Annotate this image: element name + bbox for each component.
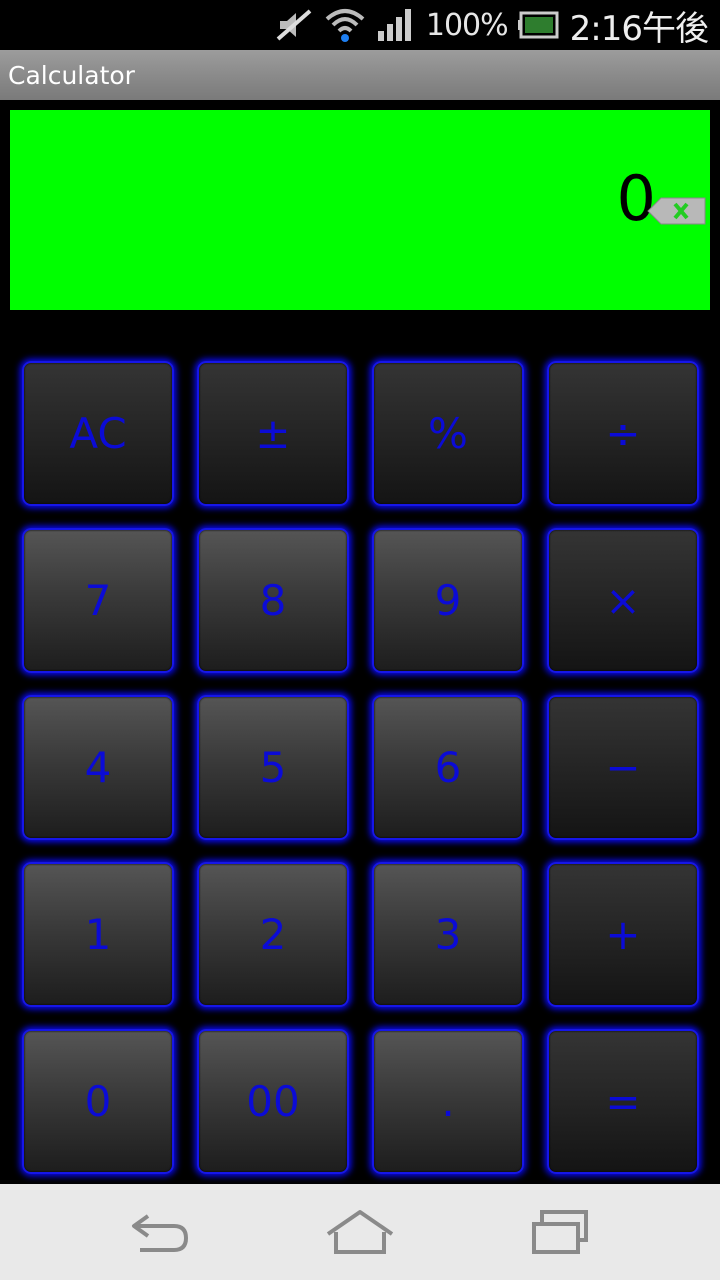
key-divide[interactable]: ÷	[547, 361, 699, 506]
key-multiply[interactable]: ×	[547, 528, 699, 673]
key-plus-minus[interactable]: ±	[197, 361, 349, 506]
key-ac[interactable]: AC	[22, 361, 174, 506]
key-6[interactable]: 6	[372, 695, 524, 840]
key-9[interactable]: 9	[372, 528, 524, 673]
app-title: Calculator	[8, 60, 135, 90]
status-bar: 100% 2:16午後	[0, 0, 720, 50]
home-icon	[326, 1210, 394, 1254]
battery-percent: 100%	[425, 7, 509, 43]
key-3[interactable]: 3	[372, 862, 524, 1007]
key-0[interactable]: 0	[22, 1029, 174, 1174]
key-equals[interactable]: =	[547, 1029, 699, 1174]
key-7[interactable]: 7	[22, 528, 174, 673]
calculator-display	[10, 110, 710, 310]
home-button[interactable]	[320, 1202, 400, 1262]
key-4[interactable]: 4	[22, 695, 174, 840]
key-minus[interactable]: −	[547, 695, 699, 840]
backspace-icon	[647, 197, 706, 225]
recent-apps-icon	[532, 1210, 588, 1254]
key-1[interactable]: 1	[22, 862, 174, 1007]
back-icon	[132, 1214, 189, 1252]
recent-apps-button[interactable]	[520, 1202, 600, 1262]
key-plus[interactable]: +	[547, 862, 699, 1007]
key-5[interactable]: 5	[197, 695, 349, 840]
battery-icon	[517, 10, 560, 40]
app-title-bar: Calculator	[0, 50, 720, 100]
signal-icon	[376, 7, 416, 43]
navigation-bar	[0, 1184, 720, 1280]
clock: 2:16午後	[569, 8, 709, 49]
backspace-button[interactable]	[647, 196, 707, 226]
key-percent[interactable]: %	[372, 361, 524, 506]
back-button[interactable]	[120, 1202, 200, 1262]
wifi-icon	[324, 7, 366, 43]
key-decimal[interactable]: .	[372, 1029, 524, 1174]
key-8[interactable]: 8	[197, 528, 349, 673]
mute-icon	[276, 7, 314, 43]
key-2[interactable]: 2	[197, 862, 349, 1007]
key-00[interactable]: 00	[197, 1029, 349, 1174]
